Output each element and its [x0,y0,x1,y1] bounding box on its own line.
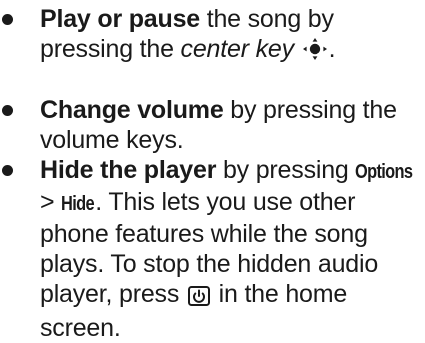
bullet-body: by pressing [216,156,356,184]
bullet-heading: Change volume [40,96,224,124]
bullet-text: Hide the player by pressing Options > Hi… [40,155,425,343]
bullet-text: Change volume by pressing the volume key… [40,95,425,155]
power-end-key-icon [187,283,210,313]
center-key-label: center key [180,35,295,63]
bullet-dot [2,14,13,25]
hide-key-label: Hide [61,193,95,215]
bullet-heading: Play or pause [40,5,200,33]
bullet-body-end: . [328,35,336,63]
bullet-dot [2,165,13,176]
nav-center-key-icon [302,37,327,67]
menu-separator: > [40,188,62,216]
bullet-text: Play or pause the song by pressing the c… [40,4,425,67]
bullet-heading: Hide the player [40,156,217,184]
manual-page: Play or pause the song by pressing the c… [0,0,425,342]
options-key-label: Options [355,161,413,183]
bullet-dot [2,105,13,116]
